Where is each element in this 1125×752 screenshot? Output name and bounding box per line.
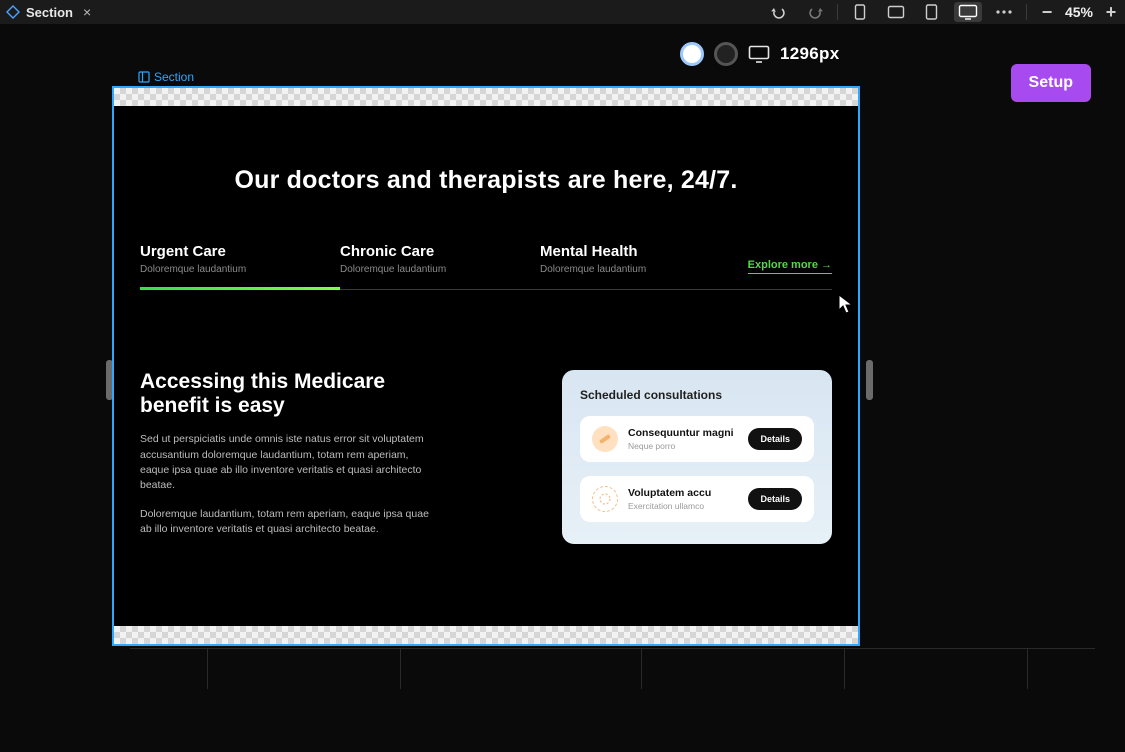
setup-button[interactable]: Setup: [1011, 64, 1091, 102]
ruler: [130, 648, 1095, 708]
zoom-in-button[interactable]: +: [1103, 2, 1119, 23]
desktop-icon: [748, 45, 770, 63]
tab-title: Chronic Care: [340, 243, 536, 260]
details-button[interactable]: Details: [748, 428, 802, 450]
consultation-sub: Neque porro: [628, 441, 738, 451]
more-menu-button[interactable]: [990, 2, 1018, 22]
feature-heading: Accessing this Medicare benefit is easy: [140, 370, 440, 418]
rendered-page: Our doctors and therapists are here, 24/…: [114, 106, 858, 626]
close-tab-button[interactable]: ×: [79, 4, 95, 20]
device-mobile-button[interactable]: [846, 2, 874, 22]
undo-button[interactable]: [765, 2, 793, 22]
breakpoint-dot[interactable]: [714, 42, 738, 66]
canvas: Section Our doctors and therapists are h…: [112, 70, 872, 646]
transparent-strip-bottom: [114, 626, 858, 644]
top-toolbar: Section × − 45% +: [0, 0, 1125, 24]
tab-title: Urgent Care: [140, 243, 336, 260]
consultation-name: Voluptatem accu: [628, 487, 738, 499]
consultation-sub: Exercitation ullamco: [628, 501, 738, 511]
device-desktop-button[interactable]: [954, 2, 982, 22]
health-icon: [592, 486, 618, 512]
breakpoint-dot-active[interactable]: [680, 42, 704, 66]
consultations-card: Scheduled consultations Consequuntur mag…: [562, 370, 832, 544]
zoom-out-button[interactable]: −: [1039, 2, 1055, 23]
tab-subtitle: Doloremque laudantium: [540, 264, 736, 275]
consultation-item: Voluptatem accu Exercitation ullamco Det…: [580, 476, 814, 522]
feature-text: Accessing this Medicare benefit is easy …: [140, 370, 440, 538]
device-tablet-portrait-button[interactable]: [918, 2, 946, 22]
explore-more-link[interactable]: Explore more →: [748, 259, 832, 274]
hero-heading: Our doctors and therapists are here, 24/…: [140, 166, 832, 195]
tab-title: Section: [26, 5, 73, 20]
redo-button[interactable]: [801, 2, 829, 22]
transparent-strip-top: [114, 88, 858, 106]
consultation-item: Consequuntur magni Neque porro Details: [580, 416, 814, 462]
device-tablet-button[interactable]: [882, 2, 910, 22]
tab-mental-health[interactable]: Mental Health Doloremque laudantium: [540, 243, 740, 289]
tab-urgent-care[interactable]: Urgent Care Doloremque laudantium: [140, 243, 340, 289]
tab-title: Mental Health: [540, 243, 736, 260]
divider: [1026, 4, 1027, 20]
feature-paragraph-1: Sed ut perspiciatis unde omnis iste natu…: [140, 432, 430, 493]
tab-subtitle: Doloremque laudantium: [140, 264, 336, 275]
feature-paragraph-2: Doloremque laudantium, totam rem aperiam…: [140, 507, 430, 537]
card-title: Scheduled consultations: [580, 388, 814, 402]
tab-chronic-care[interactable]: Chronic Care Doloremque laudantium: [340, 243, 540, 289]
content-row: Accessing this Medicare benefit is easy …: [140, 370, 832, 544]
bandage-icon: [592, 426, 618, 452]
tab-subtitle: Doloremque laudantium: [340, 264, 536, 275]
canvas-frame[interactable]: Our doctors and therapists are here, 24/…: [112, 86, 860, 646]
section-icon: [6, 5, 20, 19]
category-tabs: Urgent Care Doloremque laudantium Chroni…: [140, 243, 832, 290]
zoom-value[interactable]: 45%: [1065, 4, 1093, 20]
section-outline-icon: [138, 71, 150, 83]
breakpoint-width: 1296px: [780, 44, 839, 64]
divider: [837, 4, 838, 20]
explore-more-label: Explore more →: [748, 259, 832, 271]
selection-label[interactable]: Section: [138, 70, 872, 84]
selection-label-text: Section: [154, 70, 194, 84]
consultation-name: Consequuntur magni: [628, 427, 738, 439]
details-button[interactable]: Details: [748, 488, 802, 510]
